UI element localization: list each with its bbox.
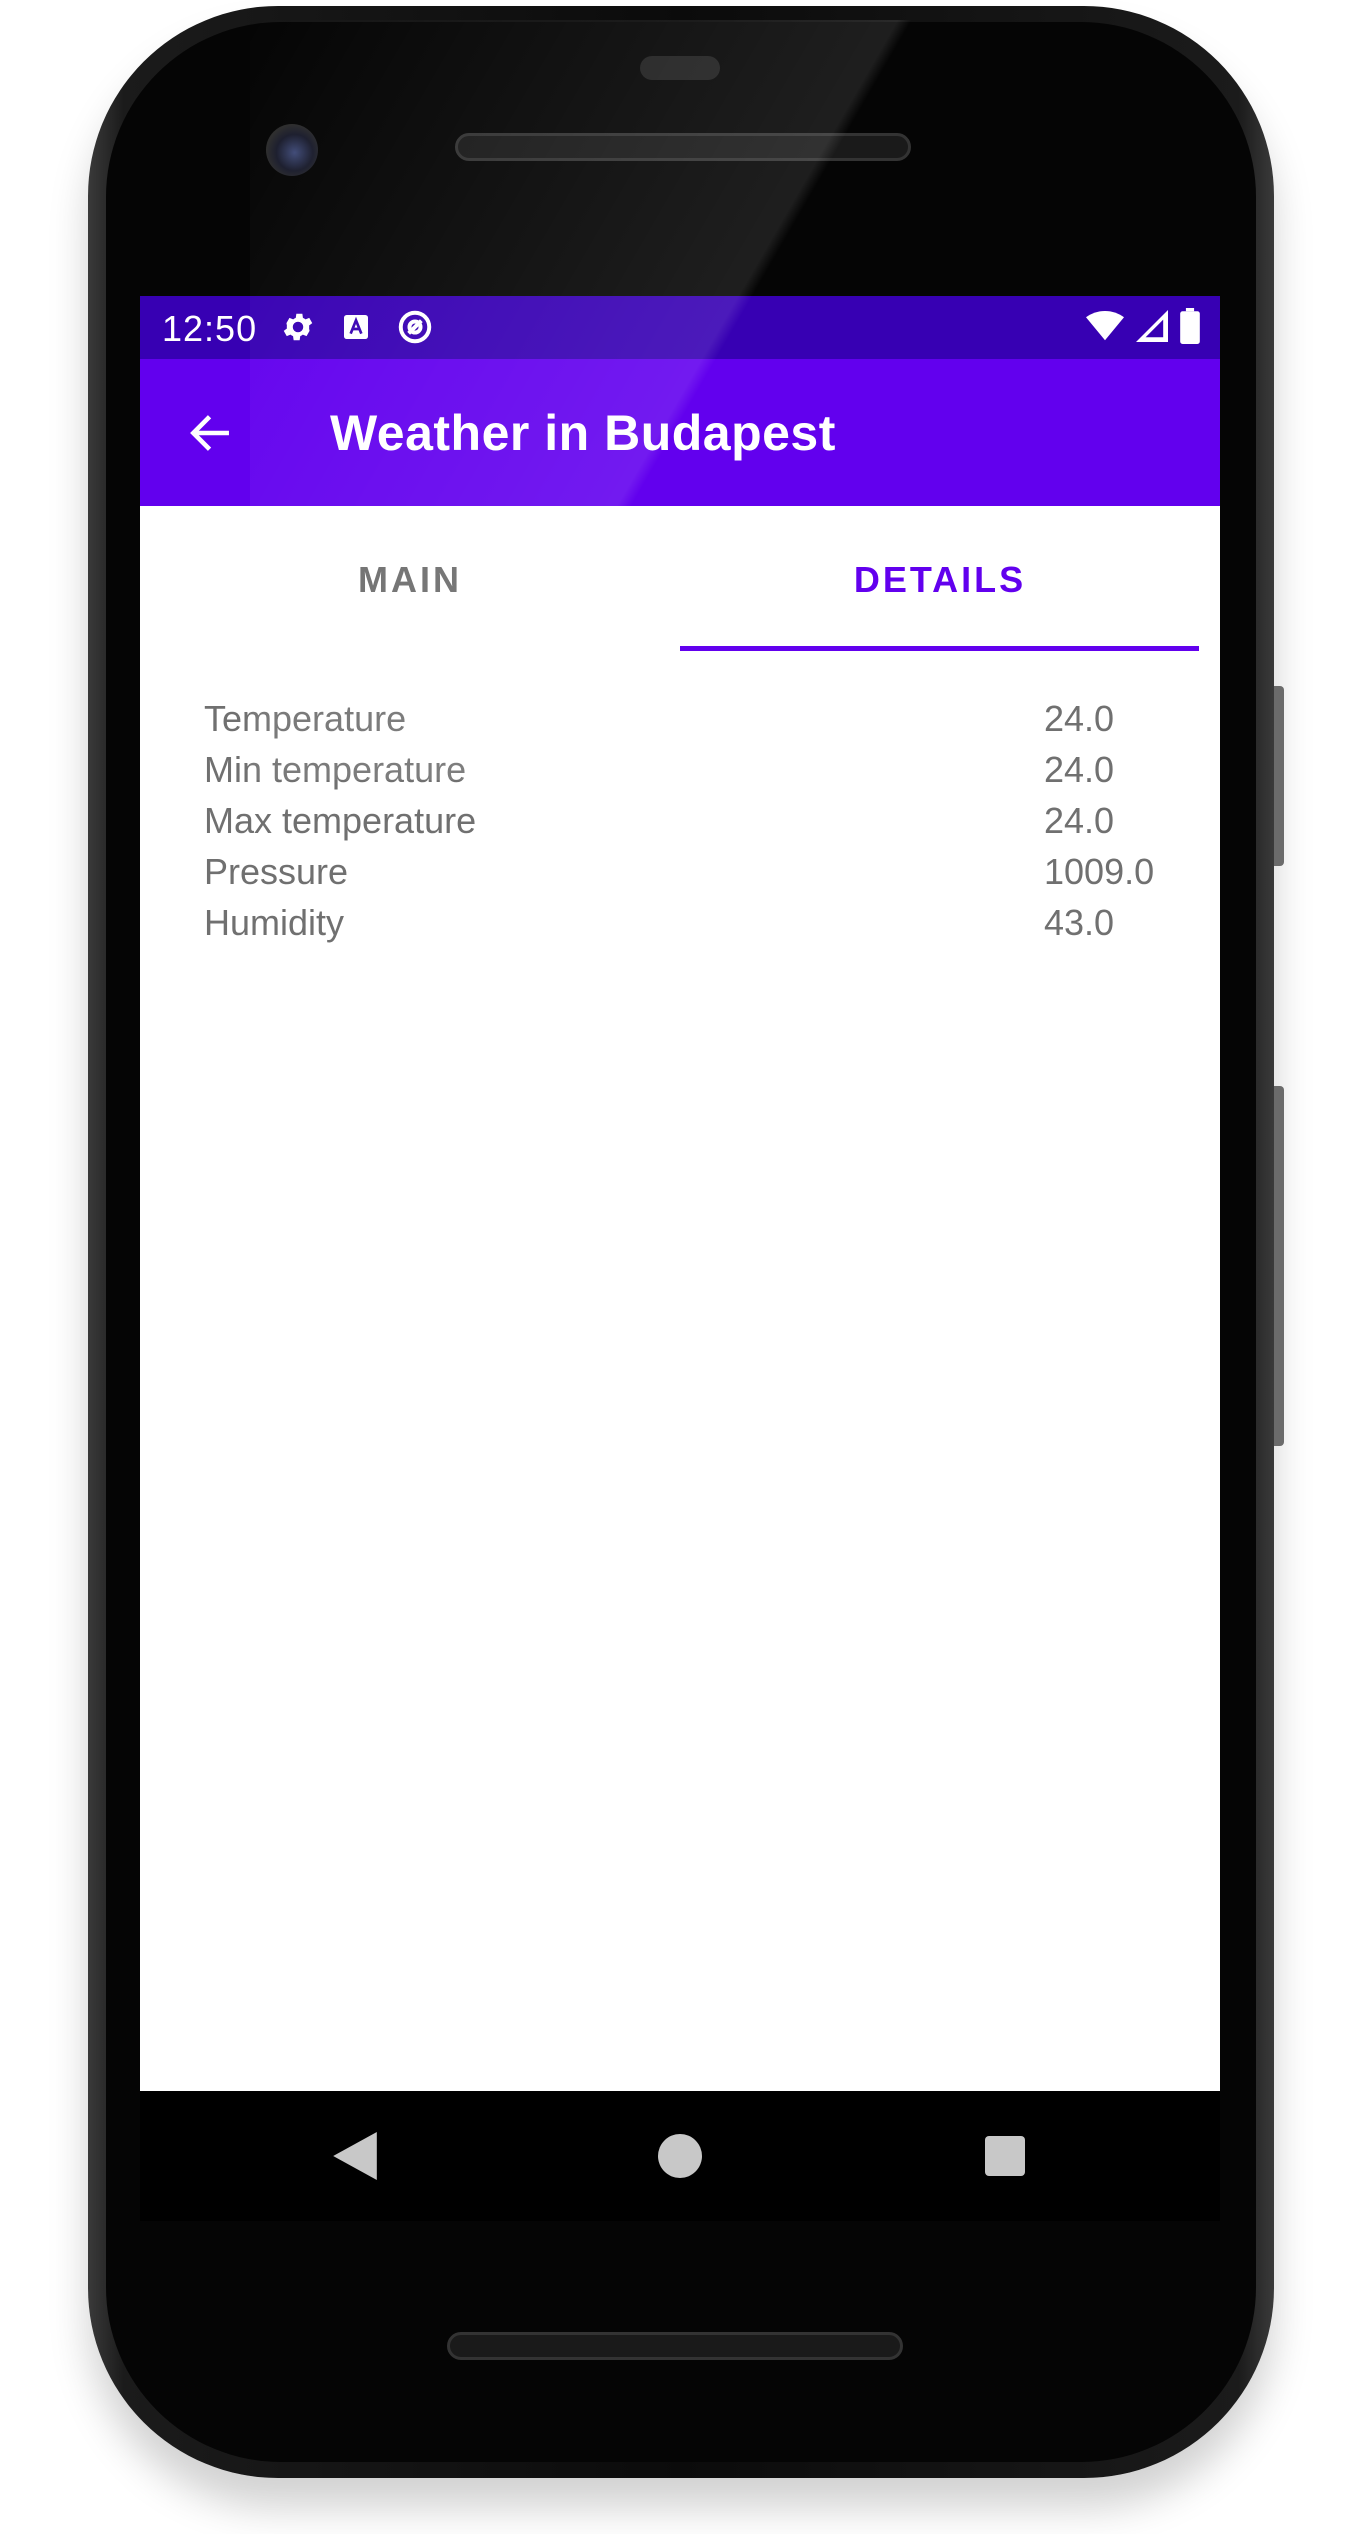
front-camera [266, 124, 318, 176]
nav-back-button[interactable] [320, 2121, 390, 2191]
detail-value: 43.0 [1044, 902, 1115, 943]
top-speaker [455, 133, 911, 161]
detail-value: 1009.0 [1044, 851, 1155, 892]
proximity-sensor [640, 56, 720, 80]
volume-button [1274, 1086, 1284, 1446]
at-sign-icon [398, 310, 432, 344]
detail-value: 24.0 [1044, 800, 1115, 841]
battery-icon [1180, 308, 1200, 344]
arrow-left-icon [190, 415, 229, 451]
tab-main[interactable]: MAIN [140, 506, 680, 654]
detail-label: Humidity [204, 902, 345, 943]
nav-recents-button[interactable] [970, 2121, 1040, 2191]
detail-label: Pressure [204, 851, 349, 892]
detail-row-humidity: Humidity 43.0 [204, 902, 1204, 953]
detail-row-max-temperature: Max temperature 24.0 [204, 800, 1204, 851]
app-screen: 12:50 Weather in Budapest MAIN DETAILS T… [140, 296, 1220, 2091]
nav-home-button[interactable] [645, 2121, 715, 2191]
detail-value: 24.0 [1044, 698, 1115, 739]
back-triangle-icon [333, 2132, 377, 2180]
back-button[interactable] [182, 405, 238, 461]
power-button [1274, 686, 1284, 866]
detail-label: Temperature [204, 698, 407, 739]
details-list: Temperature 24.0 Min temperature 24.0 Ma… [204, 698, 1204, 953]
notification-icons [280, 308, 434, 346]
detail-row-pressure: Pressure 1009.0 [204, 851, 1204, 902]
detail-value: 24.0 [1044, 749, 1115, 790]
status-time: 12:50 [162, 308, 258, 349]
tab-bar: MAIN DETAILS [140, 506, 1220, 654]
detail-row-min-temperature: Min temperature 24.0 [204, 749, 1204, 800]
status-bar: 12:50 [140, 296, 1220, 359]
recents-square-icon [985, 2136, 1025, 2176]
detail-label: Min temperature [204, 749, 467, 790]
home-circle-icon [658, 2134, 702, 2178]
tab-details[interactable]: DETAILS [680, 506, 1200, 654]
wifi-icon [1086, 310, 1124, 341]
page-title: Weather in Budapest [330, 405, 836, 461]
detail-label: Max temperature [204, 800, 477, 841]
signal-icon [1136, 310, 1168, 342]
detail-row-temperature: Temperature 24.0 [204, 698, 1204, 749]
gear-icon [283, 313, 313, 341]
bottom-speaker [447, 2332, 903, 2360]
app-bar: Weather in Budapest [140, 359, 1220, 506]
device-frame: 12:50 Weather in Budapest MAIN DETAILS T… [0, 0, 1370, 2534]
system-status-icons [1086, 308, 1200, 344]
keyboard-a-icon [344, 315, 368, 339]
navigation-bar [140, 2091, 1220, 2221]
selected-tab-indicator [680, 646, 1199, 651]
